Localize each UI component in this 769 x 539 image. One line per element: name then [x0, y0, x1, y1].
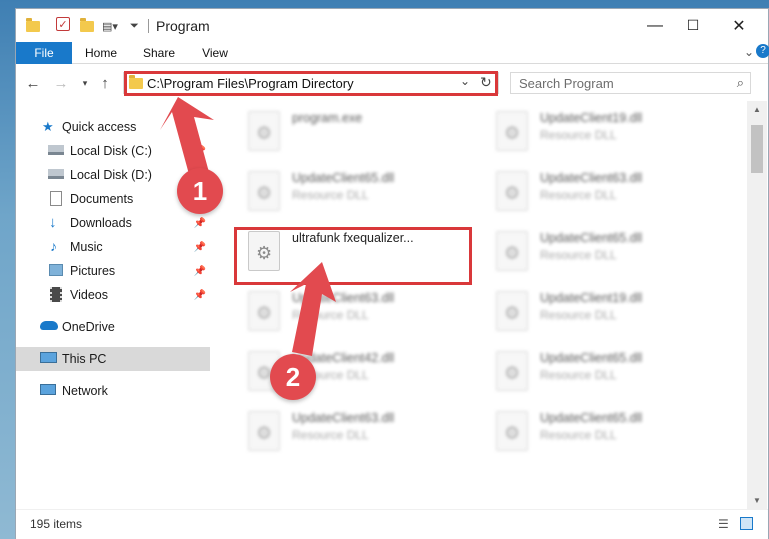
- file-highlight-box: [234, 227, 472, 285]
- exe-file-icon: [248, 111, 280, 151]
- address-row: ← → ▾ ↑ C:\Program Files\Program Directo…: [16, 65, 768, 101]
- file-item[interactable]: UpdateClient63.dll Resource DLL: [240, 405, 470, 457]
- dll-file-icon: [496, 291, 528, 331]
- expand-ribbon-icon[interactable]: ⌄: [744, 45, 754, 59]
- step-2-badge: 2: [270, 354, 316, 400]
- navigation-pane: ★ Quick access Local Disk (C:) 📌 Local D…: [16, 101, 212, 509]
- pin-icon[interactable]: 📌: [194, 266, 206, 277]
- file-item[interactable]: program.exe: [240, 105, 470, 157]
- nav-item-quick-access[interactable]: ★ Quick access: [16, 115, 210, 139]
- file-item[interactable]: UpdateClient65.dll Resource DLL: [488, 345, 718, 397]
- dll-file-icon: [248, 171, 280, 211]
- file-item[interactable]: UpdateClient65.dll Resource DLL: [488, 225, 718, 277]
- scroll-up-icon[interactable]: ▲: [753, 105, 761, 114]
- computer-icon: [40, 352, 57, 363]
- dll-file-icon: [496, 411, 528, 451]
- help-icon[interactable]: ?: [756, 44, 769, 58]
- dll-file-icon: [248, 291, 280, 331]
- tab-file[interactable]: File: [16, 42, 72, 64]
- quick-access-dropdown-icon[interactable]: ⏷: [130, 17, 139, 35]
- window-title: Program: [156, 18, 210, 34]
- nav-item-pictures[interactable]: Pictures 📌: [16, 259, 210, 283]
- cloud-icon: [40, 321, 58, 330]
- large-icons-view-icon[interactable]: [740, 517, 753, 530]
- tab-home[interactable]: Home: [76, 42, 126, 64]
- nav-item-network[interactable]: Network: [16, 379, 210, 403]
- folder-icon: [26, 17, 40, 35]
- ribbon-tabs: File Home Share View ⌄ ?: [16, 42, 769, 64]
- file-item[interactable]: UpdateClient19.dll Resource DLL: [488, 285, 718, 337]
- tab-view[interactable]: View: [192, 42, 238, 64]
- nav-item-music[interactable]: ♪ Music 📌: [16, 235, 210, 259]
- recent-locations-icon[interactable]: ▾: [74, 73, 96, 93]
- music-icon: ♪: [50, 238, 57, 254]
- forward-arrow-icon[interactable]: →: [50, 73, 72, 93]
- customize-toolbar-icon[interactable]: ▤▾: [102, 17, 118, 35]
- new-folder-icon[interactable]: [80, 17, 94, 35]
- search-placeholder: Search Program: [519, 76, 614, 91]
- file-list: program.exe UpdateClient65.dll Resource …: [212, 101, 747, 509]
- nav-item-downloads[interactable]: ↓ Downloads 📌: [16, 211, 210, 235]
- dll-file-icon: [496, 171, 528, 211]
- dll-file-icon: [248, 411, 280, 451]
- scroll-down-icon[interactable]: ▼: [753, 496, 761, 505]
- tab-share[interactable]: Share: [134, 42, 184, 64]
- title-divider: [148, 19, 149, 33]
- scroll-thumb[interactable]: [751, 125, 763, 173]
- explorer-window: ✓ ▤▾ ⏷ Program — ☐ ✕ File Home Share Vie…: [15, 8, 769, 539]
- back-arrow-icon[interactable]: ←: [22, 73, 44, 93]
- file-item[interactable]: UpdateClient63.dll Resource DLL: [488, 165, 718, 217]
- star-icon: ★: [42, 119, 54, 134]
- nav-item-this-pc[interactable]: This PC: [16, 347, 210, 371]
- documents-icon: [50, 191, 62, 206]
- downloads-icon: ↓: [49, 214, 57, 231]
- nav-item-videos[interactable]: Videos 📌: [16, 283, 210, 307]
- step-1-badge: 1: [177, 168, 223, 214]
- vertical-scrollbar[interactable]: ▲ ▼: [747, 101, 767, 509]
- details-view-icon[interactable]: ☰: [718, 517, 729, 531]
- file-item[interactable]: UpdateClient63.dll Resource DLL: [240, 285, 470, 337]
- item-count: 195 items: [30, 517, 83, 531]
- file-item[interactable]: UpdateClient19.dll Resource DLL: [488, 105, 718, 157]
- up-arrow-icon[interactable]: ↑: [94, 73, 116, 93]
- nav-item-onedrive[interactable]: OneDrive: [16, 315, 210, 339]
- pin-icon[interactable]: 📌: [194, 290, 206, 301]
- pictures-icon: [49, 264, 63, 276]
- file-item[interactable]: UpdateClient65.dll Resource DLL: [488, 405, 718, 457]
- network-icon: [40, 384, 56, 395]
- videos-icon: [50, 287, 62, 302]
- close-button[interactable]: ✕: [716, 9, 762, 42]
- pin-icon[interactable]: 📌: [194, 218, 206, 229]
- pin-icon[interactable]: 📌: [194, 146, 206, 157]
- properties-icon[interactable]: ✓: [56, 17, 70, 31]
- maximize-button[interactable]: ☐: [670, 9, 716, 42]
- nav-item-local-disk-c[interactable]: Local Disk (C:) 📌: [16, 139, 210, 163]
- pin-icon[interactable]: 📌: [194, 242, 206, 253]
- search-input[interactable]: Search Program ⌕: [510, 72, 751, 94]
- dll-file-icon: [496, 351, 528, 391]
- dll-file-icon: [496, 111, 528, 151]
- drive-icon: [48, 169, 64, 179]
- status-bar: 195 items ☰: [16, 509, 768, 539]
- file-item[interactable]: UpdateClient65.dll Resource DLL: [240, 165, 470, 217]
- search-icon[interactable]: ⌕: [737, 75, 744, 91]
- address-highlight-box: [124, 71, 498, 96]
- drive-icon: [48, 145, 64, 155]
- dll-file-icon: [496, 231, 528, 271]
- title-bar: ✓ ▤▾ ⏷ Program — ☐ ✕: [16, 9, 768, 42]
